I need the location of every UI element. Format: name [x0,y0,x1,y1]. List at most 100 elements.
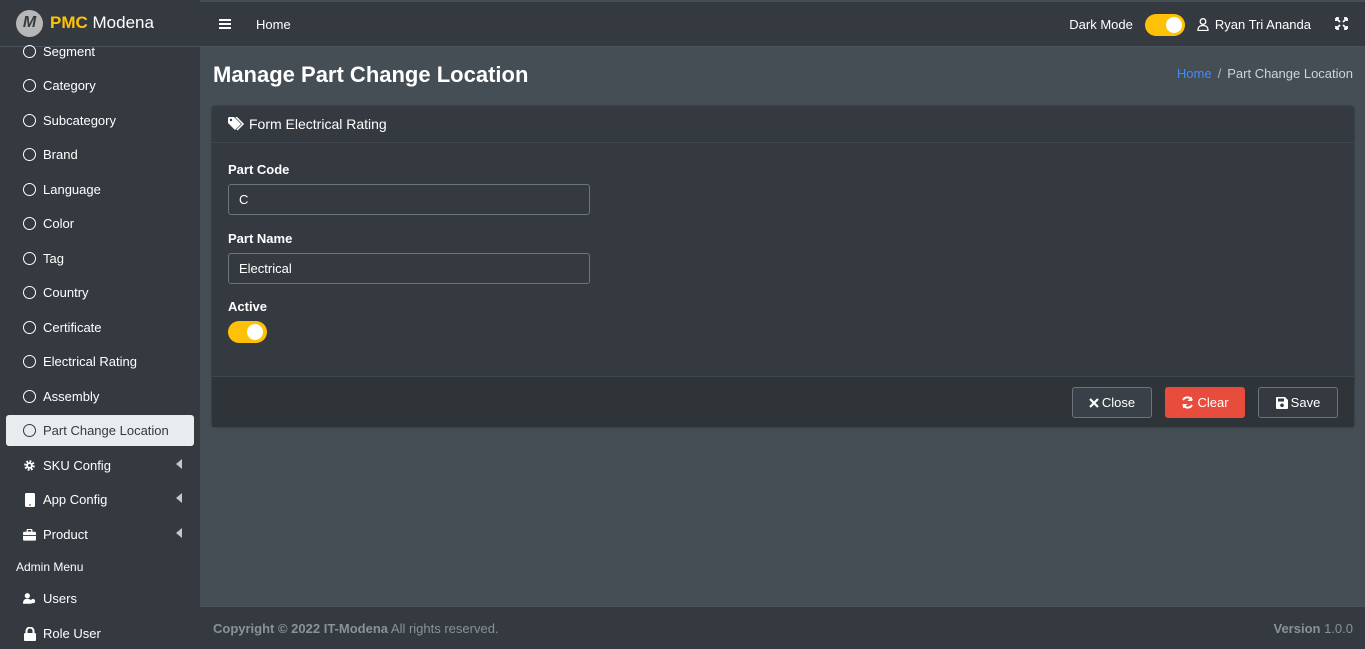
sidebar-item-category[interactable]: Category [6,70,194,101]
fullscreen-icon[interactable] [1335,16,1348,33]
circle-icon [23,45,36,58]
chevron-left-icon [176,528,182,538]
dark-mode-label: Dark Mode [1069,17,1133,32]
admin-menu-header: Admin Menu [16,560,84,574]
user-icon [1197,18,1209,31]
topnav-home-link[interactable]: Home [256,17,291,32]
hamburger-menu-icon[interactable] [219,19,231,29]
sidebar-item-subcategory[interactable]: Subcategory [6,105,194,136]
copyright-rights: All rights reserved. [388,620,499,636]
sidebar-group-label: App Config [43,492,108,507]
lock-icon [23,626,36,641]
sidebar-group-label: Product [43,527,88,542]
users-icon [23,592,36,606]
circle-icon [23,252,36,265]
save-button[interactable]: Save [1258,387,1338,418]
sidebar: M PMC Modena Segment Category Subcategor… [0,0,200,649]
breadcrumb-current: Part Change Location [1227,66,1353,81]
sidebar-item-label: Assembly [43,389,100,404]
page-title: Manage Part Change Location [213,62,529,87]
brand-text: PMC Modena [50,13,154,33]
sidebar-item-language[interactable]: Language [6,174,194,205]
card-header-title: Form Electrical Rating [249,116,387,132]
sidebar-item-label: Segment [43,44,96,59]
clear-button-label: Clear [1197,395,1229,410]
sidebar-item-color[interactable]: Color [6,208,194,239]
circle-icon [23,217,36,230]
active-toggle[interactable] [228,321,267,343]
page-footer: Copyright © 2022 IT-Modena All rights re… [200,606,1365,649]
sidebar-item-label: Color [43,216,75,231]
sidebar-item-label: Brand [43,147,78,162]
breadcrumb: Home / Part Change Location [1177,66,1353,81]
sidebar-group-app-config[interactable]: App Config [6,484,194,515]
sidebar-item-label: Subcategory [43,113,116,128]
sidebar-item-label: Users [43,591,77,606]
copyright-strong: Copyright © 2022 IT-Modena [213,620,388,636]
card-footer: Close Clear Save [212,376,1354,427]
sidebar-item-label: Role User [43,626,101,641]
close-button-label: Close [1101,395,1136,410]
toggle-knob [1165,16,1182,33]
sidebar-group-sku-config[interactable]: SKU Config [6,450,194,481]
sidebar-item-brand[interactable]: Brand [6,139,194,170]
sync-icon [1182,396,1194,409]
save-icon [1275,396,1288,409]
chevron-left-icon [176,493,182,503]
part-code-input[interactable]: C [228,184,590,215]
sidebar-group-label: SKU Config [43,458,111,473]
sidebar-item-segment[interactable]: Segment [6,36,194,67]
dark-mode-toggle[interactable] [1144,13,1185,36]
circle-icon [23,114,36,127]
user-menu[interactable]: Ryan Tri Ananda [1197,17,1311,32]
form-card: Form Electrical Rating Part Code C Part … [212,106,1354,427]
sidebar-item-label: Electrical Rating [43,354,137,369]
tags-icon [228,117,245,131]
circle-icon [23,79,36,92]
active-label: Active [228,299,268,314]
close-icon [1089,397,1099,408]
briefcase-icon [23,528,36,542]
user-name: Ryan Tri Ananda [1214,17,1311,32]
sidebar-item-label: Category [43,78,96,93]
brand-accent: PMC [50,13,88,32]
sidebar-item-country[interactable]: Country [6,277,194,308]
version-label: Version [1273,620,1321,636]
sidebar-group-product[interactable]: Product [6,519,194,550]
circle-icon [23,390,36,403]
sidebar-item-electrical-rating[interactable]: Electrical Rating [6,346,194,377]
circle-icon [23,183,36,196]
circle-icon [23,286,36,299]
sidebar-item-label: Country [43,285,89,300]
brand-name: Modena [92,13,154,32]
topbar: Home Dark Mode Ryan Tri Ananda [200,2,1365,47]
breadcrumb-separator: / [1217,66,1222,81]
mobile-icon [23,492,36,507]
sidebar-item-role-user[interactable]: Role User [6,618,194,649]
sidebar-item-tag[interactable]: Tag [6,243,194,274]
save-button-label: Save [1290,395,1321,410]
sidebar-item-label: Part Change Location [43,423,169,438]
sidebar-item-label: Tag [43,251,64,266]
circle-icon [23,355,36,368]
circle-icon [23,148,36,161]
version-value: 1.0.0 [1320,620,1353,636]
circle-icon [23,424,36,437]
circle-icon [23,321,36,334]
sidebar-item-assembly[interactable]: Assembly [6,381,194,412]
chevron-left-icon [176,459,182,469]
copyright-text: Copyright © 2022 IT-Modena All rights re… [213,621,499,636]
sidebar-item-label: Certificate [43,320,102,335]
part-name-input[interactable]: Electrical [228,253,590,284]
sidebar-item-users[interactable]: Users [6,583,194,614]
version-text: Version 1.0.0 [1274,621,1354,636]
topbar-right: Dark Mode Ryan Tri Ananda [1069,2,1365,47]
sidebar-item-certificate[interactable]: Certificate [6,312,194,343]
card-header: Form Electrical Rating [212,106,1354,143]
breadcrumb-home-link[interactable]: Home [1177,66,1212,81]
sidebar-item-part-change-location[interactable]: Part Change Location [6,415,194,446]
gear-icon [23,459,36,473]
close-button[interactable]: Close [1072,387,1152,418]
clear-button[interactable]: Clear [1165,387,1245,418]
toggle-knob [247,324,263,340]
